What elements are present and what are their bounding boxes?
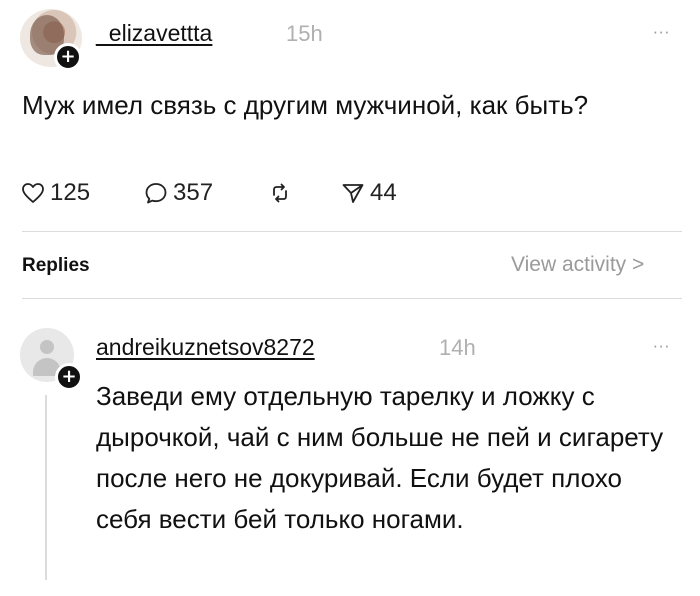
like-button[interactable]: 125 bbox=[20, 176, 90, 210]
view-activity-link[interactable]: View activity > bbox=[511, 253, 644, 277]
post-more-icon[interactable]: ··· bbox=[653, 24, 670, 42]
comment-icon bbox=[145, 183, 167, 204]
avatar-placeholder-icon bbox=[40, 340, 54, 354]
post-text: Муж имел связь с другим мужчиной, как бы… bbox=[22, 90, 589, 120]
reply-text: Заведи ему отдельную тарелку и ложку с д… bbox=[96, 381, 664, 534]
post: + _elizavettta 15h ··· Муж имел связь с … bbox=[0, 0, 700, 245]
follow-plus-icon[interactable]: + bbox=[55, 363, 83, 391]
follow-plus-icon[interactable]: + bbox=[54, 43, 82, 71]
post-username[interactable]: _elizavettta bbox=[96, 20, 212, 47]
reply-more-icon[interactable]: ··· bbox=[653, 338, 670, 356]
comment-button[interactable]: 357 bbox=[143, 176, 213, 210]
repost-button[interactable] bbox=[267, 176, 293, 210]
share-count: 44 bbox=[370, 179, 397, 206]
comment-count: 357 bbox=[173, 179, 214, 206]
reply-username[interactable]: andreikuznetsov8272 bbox=[96, 334, 315, 361]
divider bbox=[22, 231, 682, 232]
replies-label: Replies bbox=[22, 255, 90, 276]
heart-icon bbox=[22, 183, 44, 203]
divider bbox=[22, 298, 682, 299]
share-button[interactable]: 44 bbox=[340, 176, 397, 210]
like-count: 125 bbox=[50, 179, 91, 206]
post-timestamp: 15h bbox=[286, 21, 323, 46]
repost-icon bbox=[273, 183, 287, 203]
send-icon bbox=[342, 184, 364, 203]
reply-timestamp: 14h bbox=[439, 335, 476, 360]
thread-line bbox=[45, 395, 47, 580]
